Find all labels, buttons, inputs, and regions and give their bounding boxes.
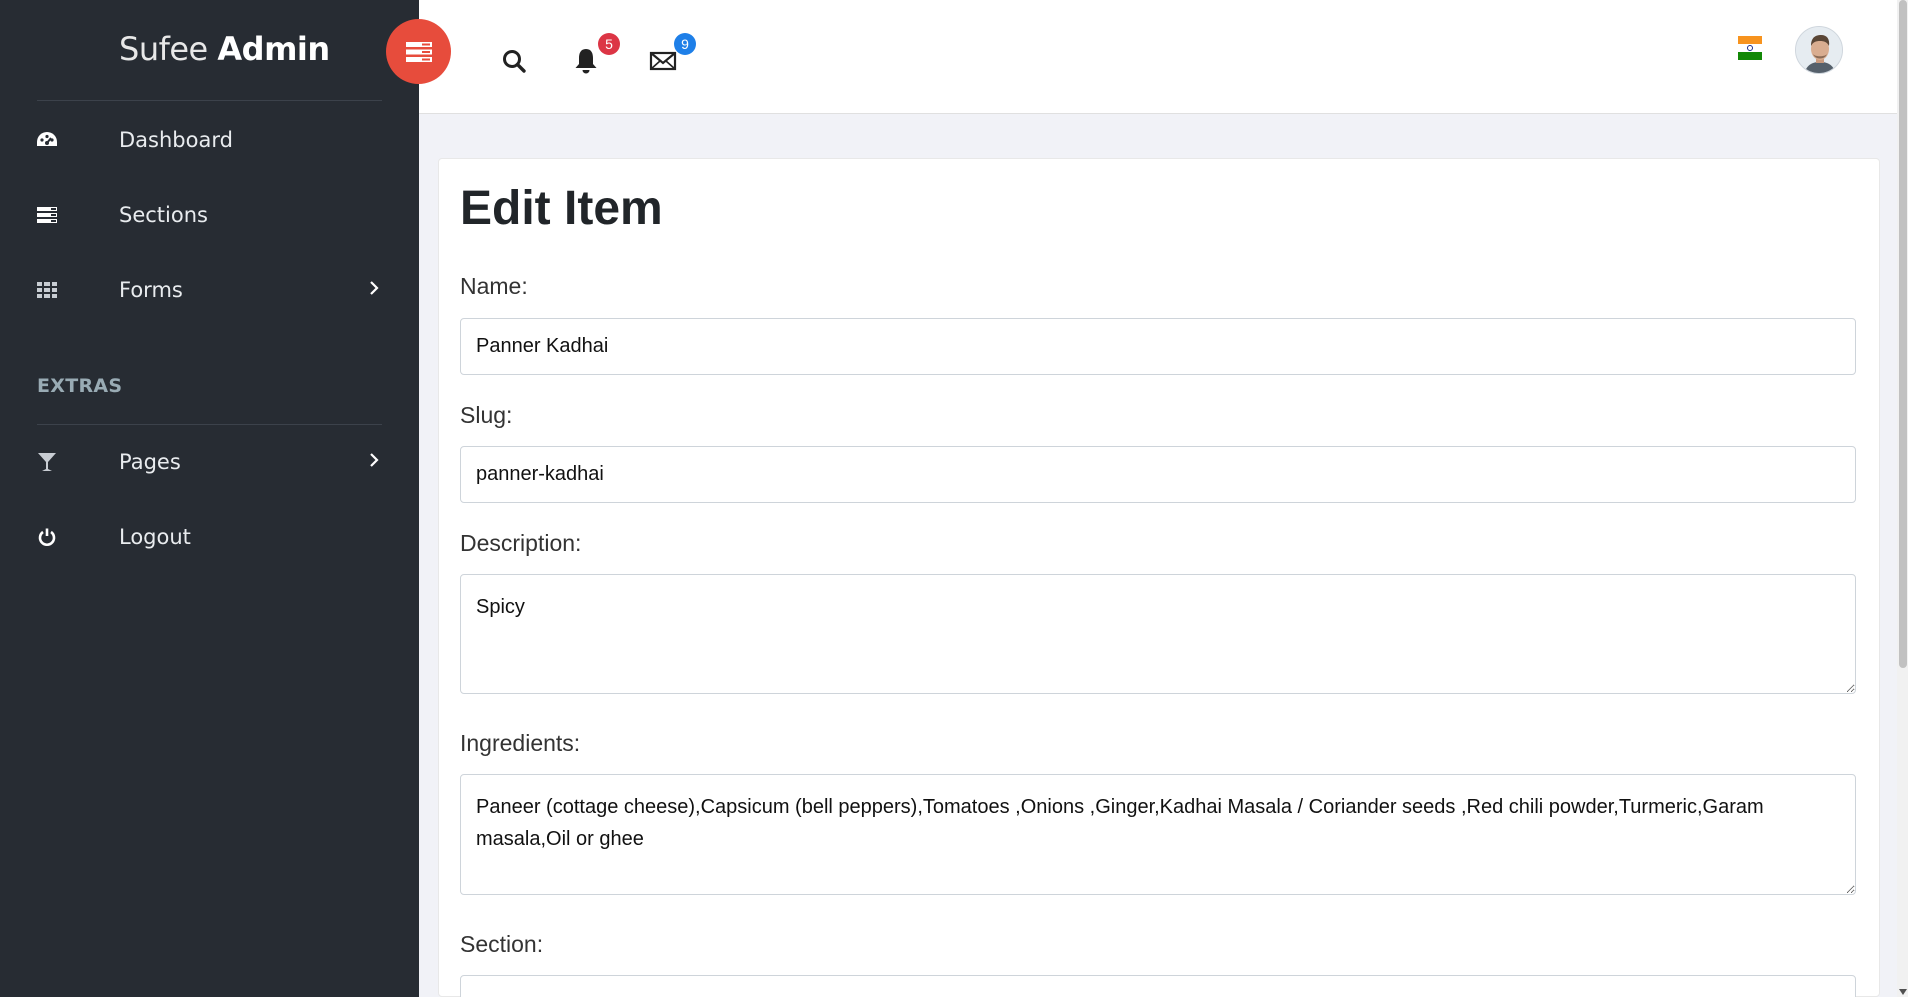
notifications-badge: 5 [598,33,620,55]
power-icon [36,526,58,548]
messages-badge: 9 [674,33,696,55]
sidebar-divider [37,424,382,425]
chevron-right-icon [368,451,380,474]
sidebar: Sufee Admin Dashboard Sections Forms EXT… [0,0,419,997]
extras-heading: EXTRAS [37,375,123,397]
sidebar-item-forms[interactable]: Forms [0,262,419,318]
scroll-down-arrow-icon[interactable] [1899,989,1907,995]
sidebar-item-logout[interactable]: Logout [0,509,419,565]
page-title: Edit Item [460,182,663,235]
user-avatar[interactable] [1795,26,1843,74]
slug-label: Slug: [460,402,513,428]
chevron-right-icon [368,279,380,302]
sidebar-item-label: Logout [119,525,191,549]
page-scrollbar[interactable] [1897,0,1908,997]
slug-input[interactable] [460,446,1856,503]
name-input[interactable] [460,318,1856,375]
sections-icon [36,204,58,226]
ingredients-label: Ingredients: [460,730,581,756]
top-header [419,0,1908,114]
brand-bold-text: Admin [217,30,330,68]
sidebar-item-label: Pages [119,450,181,474]
mail-icon[interactable] [648,46,678,76]
brand-light-text: Sufee [119,30,208,68]
name-label: Name: [460,273,528,299]
ingredients-textarea[interactable]: Paneer (cottage cheese),Capsicum (bell p… [460,774,1856,895]
description-textarea[interactable]: Spicy [460,574,1856,694]
description-label: Description: [460,530,582,556]
sidebar-item-sections[interactable]: Sections [0,187,419,243]
dashboard-icon [36,129,58,151]
sidebar-item-label: Sections [119,203,208,227]
sidebar-item-dashboard[interactable]: Dashboard [0,112,419,168]
sidebar-item-label: Dashboard [119,128,233,152]
sidebar-divider [37,100,382,101]
edit-item-card: Edit Item Name: Slug: Description: Spicy… [438,158,1880,997]
menu-toggle-button[interactable] [386,19,451,84]
section-label: Section: [460,931,544,957]
glass-icon [36,451,58,473]
brand-logo[interactable]: Sufee Admin [119,30,330,68]
scrollbar-thumb[interactable] [1899,0,1907,668]
grid-icon [36,279,58,301]
search-icon[interactable] [499,46,529,76]
sidebar-item-label: Forms [119,278,183,302]
india-flag-icon[interactable] [1738,36,1762,60]
notifications-bell-icon[interactable] [571,46,601,76]
sidebar-item-pages[interactable]: Pages [0,434,419,490]
section-select[interactable] [460,975,1856,997]
